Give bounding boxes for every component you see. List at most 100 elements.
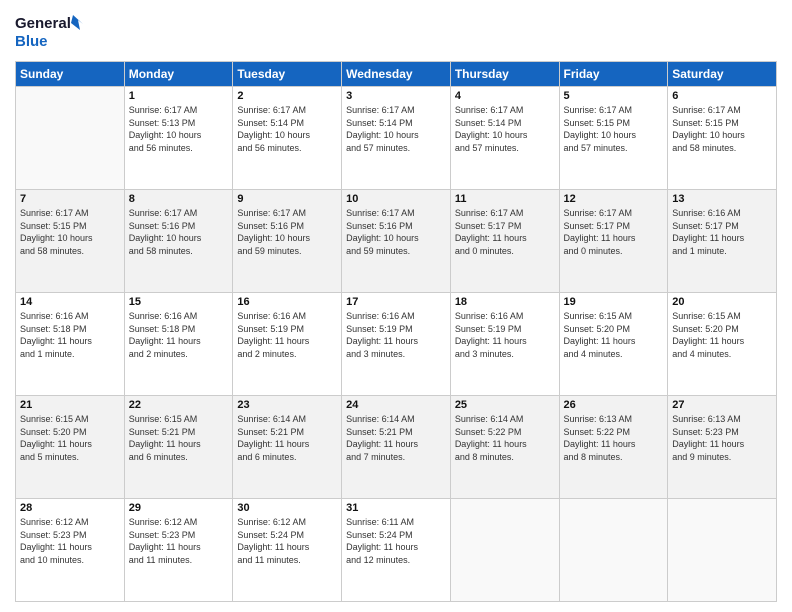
- calendar-week-row: 1 Sunrise: 6:17 AM Sunset: 5:13 PM Daylig…: [16, 87, 777, 190]
- svg-text:Blue: Blue: [15, 33, 48, 50]
- day-info: Sunrise: 6:17 AM Sunset: 5:16 PM Dayligh…: [346, 207, 446, 257]
- calendar-cell: 26Sunrise: 6:13 AM Sunset: 5:22 PM Dayli…: [559, 396, 668, 499]
- calendar-cell: 31 Sunrise: 6:11 AM Sunset: 5:24 PM Dayli…: [342, 499, 451, 602]
- calendar-cell: 24 Sunrise: 6:14 AM Sunset: 5:21 PM Dayli…: [342, 396, 451, 499]
- calendar-cell: 13 Sunrise: 6:16 AM Sunset: 5:17 PM Dayli…: [668, 190, 777, 293]
- calendar-cell: 29 Sunrise: 6:12 AM Sunset: 5:23 PM Dayli…: [124, 499, 233, 602]
- calendar-week-row: 28 Sunrise: 6:12 AM Sunset: 5:23 PM Dayli…: [16, 499, 777, 602]
- day-info: Sunrise: 6:12 AM Sunset: 5:23 PM Dayligh…: [20, 516, 120, 566]
- day-info: Sunrise: 6:16 AM Sunset: 5:19 PM Dayligh…: [237, 310, 337, 360]
- day-number: 24: [346, 399, 446, 411]
- calendar-cell: 16 Sunrise: 6:16 AM Sunset: 5:19 PM Dayli…: [233, 293, 342, 396]
- day-info: Sunrise: 6:17 AM Sunset: 5:17 PM Dayligh…: [564, 207, 664, 257]
- day-number: 2: [237, 90, 337, 102]
- weekday-header: Monday: [124, 62, 233, 87]
- calendar: SundayMondayTuesdayWednesdayThursdayFrid…: [15, 61, 777, 602]
- day-number: 29: [129, 502, 229, 514]
- weekday-header: Thursday: [450, 62, 559, 87]
- day-info: Sunrise: 6:16 AM Sunset: 5:19 PM Dayligh…: [346, 310, 446, 360]
- day-info: Sunrise: 6:17 AM Sunset: 5:16 PM Dayligh…: [237, 207, 337, 257]
- calendar-cell: 22 Sunrise: 6:15 AM Sunset: 5:21 PM Dayli…: [124, 396, 233, 499]
- day-info: Sunrise: 6:17 AM Sunset: 5:14 PM Dayligh…: [237, 104, 337, 154]
- calendar-cell: 19 Sunrise: 6:15 AM Sunset: 5:20 PM Dayli…: [559, 293, 668, 396]
- day-number: 28: [20, 502, 120, 514]
- day-number: 13: [672, 193, 772, 205]
- day-info: Sunrise: 6:17 AM Sunset: 5:14 PM Dayligh…: [346, 104, 446, 154]
- day-number: 17: [346, 296, 446, 308]
- day-info: Sunrise: 6:16 AM Sunset: 5:19 PM Dayligh…: [455, 310, 555, 360]
- calendar-cell: 1 Sunrise: 6:17 AM Sunset: 5:13 PM Daylig…: [124, 87, 233, 190]
- calendar-cell: 18 Sunrise: 6:16 AM Sunset: 5:19 PM Dayli…: [450, 293, 559, 396]
- day-number: 20: [672, 296, 772, 308]
- calendar-cell: 17 Sunrise: 6:16 AM Sunset: 5:19 PM Dayli…: [342, 293, 451, 396]
- day-number: 3: [346, 90, 446, 102]
- day-number: 14: [20, 296, 120, 308]
- day-number: 7: [20, 193, 120, 205]
- day-number: 18: [455, 296, 555, 308]
- day-number: 26: [564, 399, 664, 411]
- day-info: Sunrise: 6:17 AM Sunset: 5:15 PM Dayligh…: [564, 104, 664, 154]
- calendar-cell: 7 Sunrise: 6:17 AM Sunset: 5:15 PM Daylig…: [16, 190, 125, 293]
- day-info: Sunrise: 6:17 AM Sunset: 5:16 PM Dayligh…: [129, 207, 229, 257]
- day-number: 1: [129, 90, 229, 102]
- calendar-cell: 25Sunrise: 6:14 AM Sunset: 5:22 PM Dayli…: [450, 396, 559, 499]
- logo: General Blue: [15, 10, 85, 55]
- day-number: 15: [129, 296, 229, 308]
- calendar-cell: 10Sunrise: 6:17 AM Sunset: 5:16 PM Dayli…: [342, 190, 451, 293]
- weekday-header: Tuesday: [233, 62, 342, 87]
- calendar-cell: [450, 499, 559, 602]
- weekday-header: Wednesday: [342, 62, 451, 87]
- day-number: 11: [455, 193, 555, 205]
- day-number: 9: [237, 193, 337, 205]
- calendar-week-row: 7 Sunrise: 6:17 AM Sunset: 5:15 PM Daylig…: [16, 190, 777, 293]
- calendar-cell: 4Sunrise: 6:17 AM Sunset: 5:14 PM Daylig…: [450, 87, 559, 190]
- day-info: Sunrise: 6:17 AM Sunset: 5:13 PM Dayligh…: [129, 104, 229, 154]
- day-info: Sunrise: 6:17 AM Sunset: 5:15 PM Dayligh…: [672, 104, 772, 154]
- calendar-cell: 14 Sunrise: 6:16 AM Sunset: 5:18 PM Dayli…: [16, 293, 125, 396]
- calendar-cell: 6 Sunrise: 6:17 AM Sunset: 5:15 PM Daylig…: [668, 87, 777, 190]
- weekday-header: Saturday: [668, 62, 777, 87]
- logo-svg: General Blue: [15, 10, 85, 55]
- day-number: 16: [237, 296, 337, 308]
- day-info: Sunrise: 6:15 AM Sunset: 5:21 PM Dayligh…: [129, 413, 229, 463]
- day-info: Sunrise: 6:11 AM Sunset: 5:24 PM Dayligh…: [346, 516, 446, 566]
- calendar-cell: [559, 499, 668, 602]
- calendar-cell: 2 Sunrise: 6:17 AM Sunset: 5:14 PM Daylig…: [233, 87, 342, 190]
- calendar-cell: 21 Sunrise: 6:15 AM Sunset: 5:20 PM Dayli…: [16, 396, 125, 499]
- day-info: Sunrise: 6:16 AM Sunset: 5:18 PM Dayligh…: [20, 310, 120, 360]
- calendar-week-row: 21 Sunrise: 6:15 AM Sunset: 5:20 PM Dayli…: [16, 396, 777, 499]
- calendar-cell: 23 Sunrise: 6:14 AM Sunset: 5:21 PM Dayli…: [233, 396, 342, 499]
- day-number: 6: [672, 90, 772, 102]
- day-number: 23: [237, 399, 337, 411]
- calendar-cell: 27Sunrise: 6:13 AM Sunset: 5:23 PM Dayli…: [668, 396, 777, 499]
- day-info: Sunrise: 6:16 AM Sunset: 5:17 PM Dayligh…: [672, 207, 772, 257]
- day-number: 30: [237, 502, 337, 514]
- day-number: 31: [346, 502, 446, 514]
- day-info: Sunrise: 6:15 AM Sunset: 5:20 PM Dayligh…: [20, 413, 120, 463]
- day-info: Sunrise: 6:15 AM Sunset: 5:20 PM Dayligh…: [672, 310, 772, 360]
- day-number: 12: [564, 193, 664, 205]
- calendar-cell: 12 Sunrise: 6:17 AM Sunset: 5:17 PM Dayli…: [559, 190, 668, 293]
- day-number: 19: [564, 296, 664, 308]
- day-info: Sunrise: 6:17 AM Sunset: 5:17 PM Dayligh…: [455, 207, 555, 257]
- day-number: 8: [129, 193, 229, 205]
- day-number: 21: [20, 399, 120, 411]
- calendar-week-row: 14 Sunrise: 6:16 AM Sunset: 5:18 PM Dayli…: [16, 293, 777, 396]
- weekday-header: Friday: [559, 62, 668, 87]
- calendar-cell: 20 Sunrise: 6:15 AM Sunset: 5:20 PM Dayli…: [668, 293, 777, 396]
- day-number: 27: [672, 399, 772, 411]
- calendar-cell: 9 Sunrise: 6:17 AM Sunset: 5:16 PM Daylig…: [233, 190, 342, 293]
- svg-text:General: General: [15, 15, 71, 32]
- day-number: 22: [129, 399, 229, 411]
- calendar-cell: 30 Sunrise: 6:12 AM Sunset: 5:24 PM Dayli…: [233, 499, 342, 602]
- calendar-cell: 8 Sunrise: 6:17 AM Sunset: 5:16 PM Daylig…: [124, 190, 233, 293]
- calendar-cell: 3 Sunrise: 6:17 AM Sunset: 5:14 PM Daylig…: [342, 87, 451, 190]
- day-info: Sunrise: 6:14 AM Sunset: 5:22 PM Dayligh…: [455, 413, 555, 463]
- day-info: Sunrise: 6:14 AM Sunset: 5:21 PM Dayligh…: [346, 413, 446, 463]
- day-info: Sunrise: 6:12 AM Sunset: 5:23 PM Dayligh…: [129, 516, 229, 566]
- day-info: Sunrise: 6:14 AM Sunset: 5:21 PM Dayligh…: [237, 413, 337, 463]
- day-info: Sunrise: 6:15 AM Sunset: 5:20 PM Dayligh…: [564, 310, 664, 360]
- day-info: Sunrise: 6:12 AM Sunset: 5:24 PM Dayligh…: [237, 516, 337, 566]
- day-info: Sunrise: 6:17 AM Sunset: 5:15 PM Dayligh…: [20, 207, 120, 257]
- calendar-cell: [16, 87, 125, 190]
